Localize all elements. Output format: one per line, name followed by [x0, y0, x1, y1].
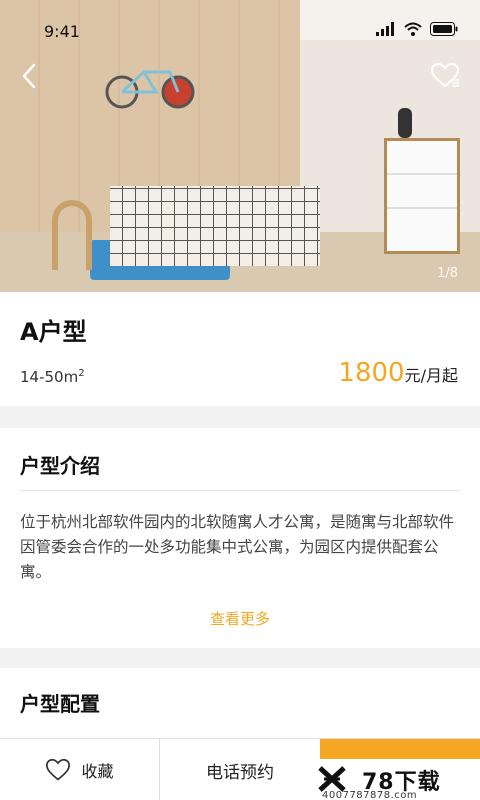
config-section: 户型配置: [0, 668, 480, 748]
watermark: 78下载 4007787878.com: [318, 764, 480, 800]
status-time: 9:41: [44, 22, 80, 41]
unit-area: 14-50m2: [20, 368, 85, 386]
hero-cabinet: [384, 138, 460, 254]
unit-title: A户型: [20, 318, 87, 346]
hero-vase: [398, 108, 412, 138]
intro-heading: 户型介绍: [20, 454, 100, 478]
price-value: 1800: [338, 358, 405, 388]
favorite-button[interactable]: 收藏: [0, 739, 160, 800]
intro-section: 户型介绍 位于杭州北部软件园内的北软随寓人才公寓，是随寓与北部软件因管委会合作的…: [0, 428, 480, 648]
wifi-icon: [404, 22, 422, 36]
divider: [20, 490, 460, 491]
see-more-link[interactable]: 查看更多: [0, 608, 480, 629]
call-button[interactable]: 电话预约: [160, 739, 320, 800]
hero-table: [110, 186, 320, 266]
image-page-counter: 1/8: [437, 266, 458, 281]
bicycle-decoration: [105, 70, 195, 109]
hero-chair: [52, 200, 92, 270]
price-unit: 元/月起: [404, 366, 458, 385]
config-heading: 户型配置: [20, 692, 100, 716]
intro-text: 位于杭州北部软件园内的北软随寓人才公寓，是随寓与北部软件因管委会合作的一处多功能…: [20, 513, 455, 581]
status-bar: 9:41: [0, 0, 480, 56]
unit-info-card: A户型 14-50m2 1800元/月起: [0, 292, 480, 406]
back-arrow-icon[interactable]: [18, 62, 42, 90]
unit-price: 1800元/月起: [338, 358, 458, 388]
watermark-phone: 4007787878.com: [322, 790, 418, 800]
heart-icon: [46, 758, 71, 781]
favorite-label: 收藏: [81, 762, 114, 781]
battery-icon: [430, 22, 458, 36]
heart-icon[interactable]: [430, 62, 460, 90]
apply-button-accent: [320, 739, 480, 759]
watermark-logo-icon: [318, 766, 346, 792]
signal-icon: [376, 22, 394, 36]
hero-image[interactable]: 9:41 1/8: [0, 0, 480, 292]
